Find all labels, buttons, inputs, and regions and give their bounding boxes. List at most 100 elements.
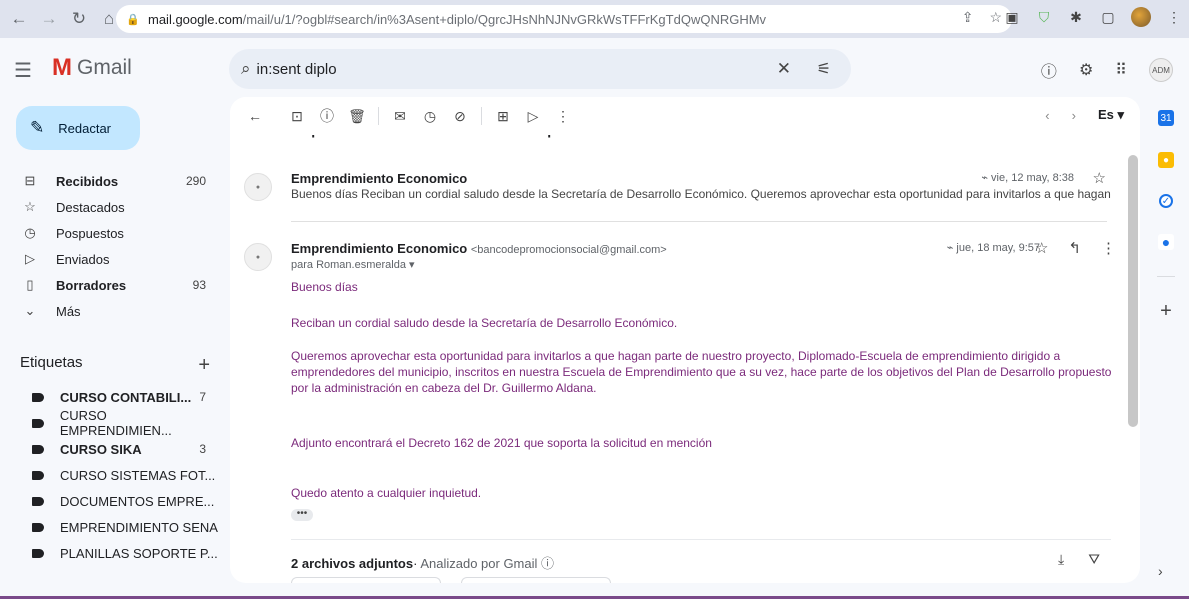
label-item[interactable]: CURSO SIKA 3 [0,436,220,462]
back-to-list-icon[interactable]: ← [240,108,270,124]
label-item[interactable]: CURSO SISTEMAS FOT... [0,462,220,488]
show-trimmed-content-button[interactable]: ••• [291,509,313,521]
add-to-drive-icon[interactable]: ⛛ [1088,551,1100,568]
info-icon[interactable]: ⓘ [541,556,554,571]
browser-menu-icon[interactable]: ⋮ [1165,9,1183,26]
search-input[interactable]: in:sent diplo [257,61,337,78]
gmail-logo[interactable]: M Gmail [52,54,132,82]
side-panel-icon[interactable]: ▢ [1099,9,1117,26]
extensions-bar: ▣ ⛉ ✱ ▢ ⋮ [1003,7,1183,27]
mark-unread-icon[interactable]: ✉ [385,108,415,125]
bookmark-star-icon[interactable]: ☆ [989,9,1002,26]
report-spam-icon[interactable]: ⓘ [312,106,342,126]
get-addons-icon[interactable]: + [1158,300,1174,322]
label-item[interactable]: DOCUMENTOS EMPRE... [0,488,220,514]
contacts-icon[interactable]: ● [1158,234,1174,250]
input-tools-language[interactable]: Es ▾ [1098,107,1124,123]
move-to-icon[interactable]: ⊞ [488,108,518,125]
sidebar-item-snoozed[interactable]: ◷ Pospuestos [0,220,220,246]
tasks-icon[interactable]: ✓ [1159,194,1173,208]
app-name: Gmail [77,56,132,79]
browser-profile-avatar[interactable] [1131,7,1151,27]
sender-address: <bancodepromocionsocial@gmail.com> [470,244,667,256]
search-icon[interactable]: ⌕ [241,59,251,79]
toolbar-divider [481,107,482,125]
apps-grid-icon[interactable]: ⠿ [1115,60,1127,80]
sidebar-item-label: Borradores [56,277,127,293]
url-path: /mail/u/1/?ogbl#search/in%3Asent+diplo/Q… [242,11,767,27]
side-panel: 31 ● ✓ ● + [1152,110,1180,322]
label-count: 3 [199,442,206,456]
labels-title: Etiquetas [20,354,83,371]
clear-search-icon[interactable]: ✕ [777,59,791,79]
add-label-icon[interactable]: + [198,354,210,377]
forward-arrow-icon[interactable]: → [36,6,62,32]
share-icon[interactable]: ⇪ [962,9,974,26]
more-vert-icon[interactable]: ⋮ [548,108,578,125]
archive-icon[interactable]: ⊡ [282,108,312,125]
sidebar-item-label: Recibidos [56,173,119,189]
shield-extension-icon[interactable]: ⛉ [1035,9,1053,26]
sender-name: Emprendimiento Economico [291,171,468,186]
older-chevron-icon[interactable]: › [1072,108,1076,123]
search-bar[interactable]: ⌕ in:sent diplo ✕ ⚟ [229,49,851,89]
details-dropdown-icon[interactable]: ▾ [409,259,415,271]
label-item[interactable]: CURSO CONTABILI... 7 [0,384,220,410]
label-item[interactable]: PLANILLAS SOPORTE P... [0,540,220,566]
more-vert-icon[interactable]: ⋮ [1101,239,1116,257]
reload-icon[interactable]: ↻ [66,6,92,32]
account-avatar[interactable]: ADM [1149,58,1173,82]
show-side-panel-chevron-icon[interactable]: › [1158,563,1163,579]
label-name: EMPRENDIMIENTO SENA [60,519,218,535]
sidebar-item-drafts[interactable]: ▯ Borradores 93 [0,272,220,298]
delete-trash-icon[interactable]: 🗑 [342,108,372,125]
vertical-scrollbar[interactable] [1128,155,1138,427]
attachment-card[interactable] [461,577,611,583]
sidebar-item-starred[interactable]: ☆ Destacados [0,194,220,220]
attachment-divider [291,539,1111,540]
search-options-icon[interactable]: ⚟ [817,59,831,79]
message-snippet: Buenos días Reciban un cordial saludo de… [291,187,1111,201]
send-icon: ▷ [25,251,35,266]
sidebar-item-sent[interactable]: ▷ Enviados [0,246,220,272]
snooze-clock-icon[interactable]: ◷ [415,108,445,125]
keep-icon[interactable]: ● [1158,152,1174,168]
star-icon[interactable]: ☆ [1093,169,1106,187]
drafts-count: 93 [192,278,206,292]
label-tag-icon [32,392,44,402]
settings-gear-icon[interactable]: ⚙ [1079,60,1093,80]
attachment-card[interactable] [291,577,441,583]
label-name: CURSO SIKA [60,441,142,457]
calendar-icon[interactable]: 31 [1158,110,1174,126]
cast-icon[interactable]: ▣ [1003,9,1021,26]
label-tag-icon [32,470,44,480]
star-icon[interactable]: ☆ [1035,239,1048,257]
body-paragraph: Reciban un cordial saludo desde la Secre… [291,316,678,330]
help-icon[interactable]: ⓘ [1041,58,1057,82]
recipient-line[interactable]: para Roman.esmeralda ▾ [291,258,415,271]
language-label: Es [1097,107,1114,122]
lock-icon: 🔒 [126,13,140,26]
newer-chevron-icon[interactable]: ‹ [1045,108,1049,123]
collapsed-message[interactable]: ● Emprendimiento Economico Buenos días R… [230,159,1126,215]
sidebar-item-inbox[interactable]: ⊟ Recibidos 290 [0,168,220,194]
label-item[interactable]: CURSO EMPRENDIMIEN... [0,408,220,438]
label-name: CURSO SISTEMAS FOT... [60,467,216,483]
message-divider [291,221,1107,222]
sidebar-item-more[interactable]: ⌄ Más [0,298,220,324]
label-icon[interactable]: ▷ [518,108,548,125]
main-menu-icon[interactable]: ☰ [14,58,32,83]
sender-avatar: ● [244,243,272,271]
label-tag-icon [32,496,44,506]
attachment-thumbnails [291,577,611,583]
extensions-puzzle-icon[interactable]: ✱ [1067,9,1085,26]
add-task-icon[interactable]: ⊘ [445,108,475,125]
label-name: PLANILLAS SOPORTE P... [60,545,218,561]
label-item[interactable]: EMPRENDIMIENTO SENA [0,514,220,540]
address-bar[interactable]: 🔒 mail.google.com/mail/u/1/?ogbl#search/… [116,5,1012,33]
back-arrow-icon[interactable]: ← [6,6,32,32]
download-all-icon[interactable]: ⤓ [1058,551,1064,568]
reply-icon[interactable]: ↰ [1068,239,1081,257]
compose-button[interactable]: ✎ Redactar [16,106,140,150]
message-date: ⌁ vie, 12 may, 8:38 [981,171,1074,184]
